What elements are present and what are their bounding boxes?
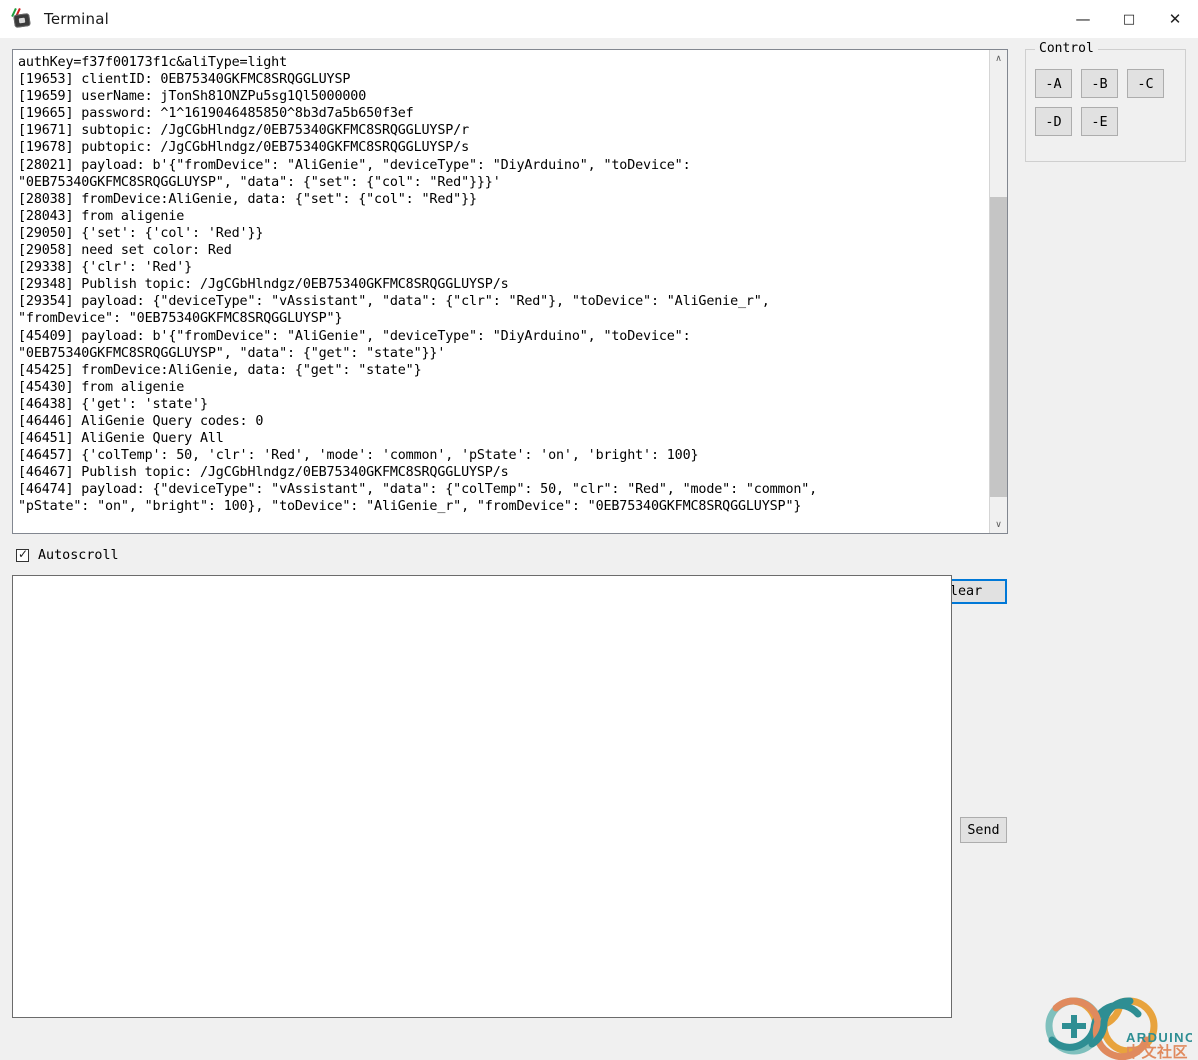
maximize-icon: □ bbox=[1122, 11, 1136, 27]
control-buttons-row-1: -A -B -C bbox=[1035, 69, 1164, 98]
window-body: authKey=f37f00173f1c&aliType=light [1965… bbox=[0, 38, 1198, 1060]
arduino-community-logo: ARDUINO 中文社区 bbox=[1034, 996, 1192, 1060]
checkmark-icon: ✓ bbox=[18, 546, 29, 561]
control-group-legend: Control bbox=[1035, 41, 1098, 56]
scrollbar-thumb[interactable] bbox=[990, 197, 1007, 497]
window-title: Terminal bbox=[44, 10, 109, 28]
serial-monitor-panel: authKey=f37f00173f1c&aliType=light [1965… bbox=[12, 49, 1008, 534]
serial-monitor-output[interactable]: authKey=f37f00173f1c&aliType=light [1965… bbox=[13, 50, 989, 533]
send-button[interactable]: Send bbox=[960, 817, 1007, 843]
autoscroll-checkbox[interactable]: ✓ bbox=[16, 546, 29, 562]
icon-board bbox=[13, 12, 31, 29]
control-buttons-row-2: -D -E bbox=[1035, 107, 1118, 136]
logo-community-text: 中文社区 bbox=[1126, 1043, 1188, 1060]
autoscroll-label: Autoscroll bbox=[38, 547, 119, 563]
minimize-icon: — bbox=[1075, 9, 1091, 28]
control-group-box: Control -A -B -C -D -E bbox=[1025, 41, 1186, 162]
control-button-d[interactable]: -D bbox=[1035, 107, 1072, 136]
log-scrollbar[interactable]: ∧ ∨ bbox=[989, 50, 1007, 533]
control-button-a[interactable]: -A bbox=[1035, 69, 1072, 98]
send-input[interactable] bbox=[12, 575, 952, 1018]
window-controls: — □ ✕ bbox=[1060, 0, 1198, 38]
maximize-button[interactable]: □ bbox=[1106, 0, 1152, 38]
close-icon: ✕ bbox=[1168, 9, 1182, 28]
arduino-infinity-icon: ARDUINO 中文社区 bbox=[1045, 997, 1192, 1060]
autoscroll-control[interactable]: ✓ Autoscroll bbox=[16, 545, 119, 565]
control-button-c[interactable]: -C bbox=[1127, 69, 1164, 98]
scroll-up-icon[interactable]: ∧ bbox=[990, 50, 1007, 67]
title-bar: Terminal — □ ✕ bbox=[0, 0, 1198, 39]
arduino-board-icon bbox=[11, 7, 33, 30]
close-button[interactable]: ✕ bbox=[1152, 0, 1198, 38]
control-button-e[interactable]: -E bbox=[1081, 107, 1118, 136]
scroll-down-icon[interactable]: ∨ bbox=[990, 516, 1007, 533]
minimize-button[interactable]: — bbox=[1060, 0, 1106, 38]
control-button-b[interactable]: -B bbox=[1081, 69, 1118, 98]
